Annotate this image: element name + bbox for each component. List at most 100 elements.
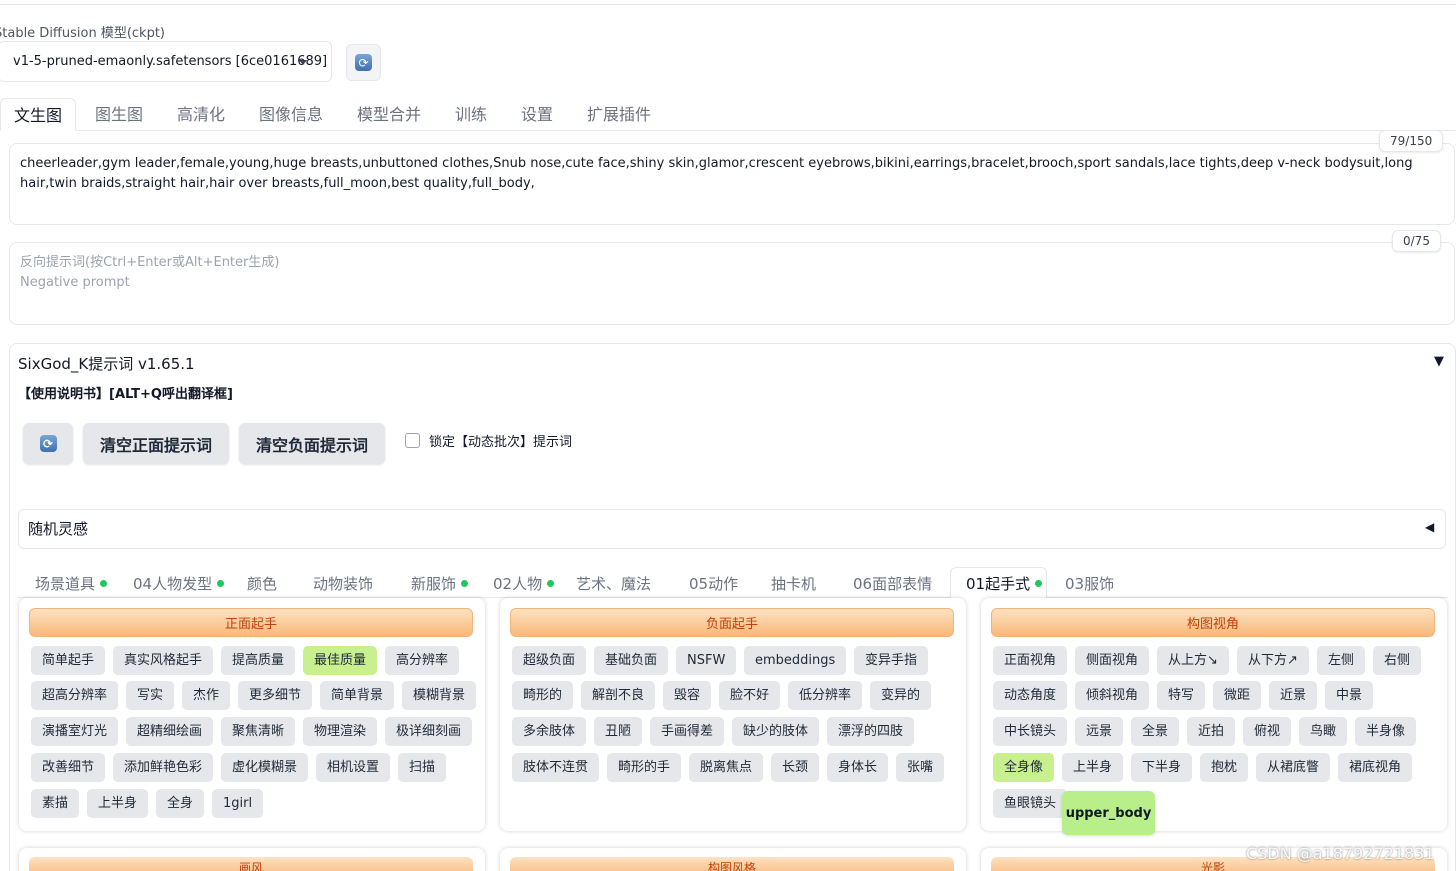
prompt-tag[interactable]: 鱼眼镜头 [993, 789, 1068, 818]
prompt-tag[interactable]: 最佳质量 [303, 646, 378, 675]
prompt-tag[interactable]: 模糊背景 [402, 681, 477, 710]
prompt-tag[interactable]: 超级负面 [512, 646, 587, 675]
prompt-tag[interactable]: 低分辨率 [788, 681, 863, 710]
category-tab[interactable]: 01起手式 [966, 573, 1043, 594]
refresh-models-button[interactable]: ⟳ [346, 44, 381, 81]
prompt-tag[interactable]: 侧面视角 [1075, 646, 1150, 675]
prompt-tag[interactable]: 杰作 [182, 681, 231, 710]
expand-toggle-icon[interactable]: ◀ [1425, 520, 1434, 534]
prompt-tag[interactable]: 鸟瞰 [1299, 717, 1348, 746]
prompt-tag[interactable]: 丑陋 [594, 717, 643, 746]
tag-card-title[interactable]: 画风 [29, 857, 473, 871]
model-dropdown[interactable]: v1-5-pruned-emaonly.safetensors [6ce0161… [0, 41, 332, 82]
prompt-tag[interactable]: embeddings [744, 646, 847, 675]
prompt-tag[interactable]: 脸不好 [719, 681, 781, 710]
prompt-tag[interactable]: 毁容 [663, 681, 712, 710]
prompt-tag[interactable]: 极详细刻画 [385, 717, 473, 746]
prompt-tag[interactable]: 添加鲜艳色彩 [113, 753, 214, 782]
prompt-tag[interactable]: 裙底视角 [1338, 753, 1413, 782]
prompt-tag[interactable]: 物理渲染 [303, 717, 378, 746]
refresh-prompts-button[interactable]: ⟳ [23, 423, 73, 464]
category-tab[interactable]: 新服饰 [411, 573, 469, 594]
prompt-tag[interactable]: 中长镜头 [993, 717, 1068, 746]
prompt-tag[interactable]: 全景 [1131, 717, 1180, 746]
prompt-tag[interactable]: 简单背景 [320, 681, 395, 710]
prompt-tag[interactable]: 正面视角 [993, 646, 1068, 675]
prompt-tag[interactable]: 虚化模糊景 [221, 753, 309, 782]
collapse-toggle-icon[interactable]: ▼ [1434, 354, 1444, 369]
category-tab[interactable]: 颜色 [247, 573, 277, 594]
prompt-tag[interactable]: 畸形的 [512, 681, 574, 710]
category-tab[interactable]: 02人物 [493, 573, 555, 594]
tag-card-title[interactable]: 负面起手 [510, 608, 954, 637]
prompt-tag[interactable]: 上半身 [1062, 753, 1124, 782]
prompt-tag[interactable]: 素描 [31, 789, 80, 818]
prompt-tag[interactable]: 近拍 [1187, 717, 1236, 746]
negative-prompt-textarea[interactable]: 反向提示词(按Ctrl+Enter或Alt+Enter生成) Negative … [9, 242, 1455, 325]
prompt-tag[interactable]: 提高质量 [221, 646, 296, 675]
prompt-tag[interactable]: 半身像 [1355, 717, 1417, 746]
prompt-tag[interactable]: 全身 [156, 789, 205, 818]
prompt-tag[interactable]: 俯视 [1243, 717, 1292, 746]
prompt-tag[interactable]: 1girl [212, 789, 264, 818]
tab-extensions[interactable]: 扩展插件 [587, 98, 651, 131]
prompt-tag[interactable]: 真实风格起手 [113, 646, 214, 675]
category-tab[interactable]: 04人物发型 [133, 573, 225, 594]
prompt-tag[interactable]: 手画得差 [650, 717, 725, 746]
clear-positive-button[interactable]: 清空正面提示词 [83, 423, 229, 464]
prompt-tag[interactable]: 左侧 [1317, 646, 1366, 675]
prompt-tag[interactable]: 肢体不连贯 [512, 753, 600, 782]
prompt-tag[interactable]: 长颈 [771, 753, 820, 782]
prompt-tag[interactable]: 改善细节 [31, 753, 106, 782]
prompt-tag[interactable]: 超精细绘画 [126, 717, 214, 746]
prompt-tag[interactable]: 超高分辨率 [31, 681, 119, 710]
prompt-tag[interactable]: 张嘴 [896, 753, 945, 782]
category-tab[interactable]: 艺术、魔法 [576, 573, 651, 594]
prompt-tag[interactable]: 从上方↘ [1157, 646, 1229, 675]
tab-settings[interactable]: 设置 [521, 98, 553, 131]
prompt-tag[interactable]: 脱离焦点 [689, 753, 764, 782]
prompt-tag[interactable]: 聚焦清晰 [221, 717, 296, 746]
tab-train[interactable]: 训练 [455, 98, 487, 131]
prompt-tag[interactable]: 动态角度 [993, 681, 1068, 710]
category-tab[interactable]: 场景道具 [35, 573, 108, 594]
prompt-tag[interactable]: 全身像 [993, 753, 1055, 782]
prompt-tag[interactable]: 变异的 [870, 681, 932, 710]
prompt-tag[interactable]: 更多细节 [238, 681, 313, 710]
manual-link[interactable]: 【使用说明书】[ALT+Q呼出翻译框] [18, 383, 233, 402]
tag-card-title[interactable]: 构图风格 [510, 857, 954, 871]
prompt-tag[interactable]: 倾斜视角 [1075, 681, 1150, 710]
prompt-tag[interactable]: 缺少的肢体 [732, 717, 820, 746]
tab-txt2img[interactable]: 文生图 [0, 98, 77, 131]
prompt-tag[interactable]: 远景 [1075, 717, 1124, 746]
prompt-tag[interactable]: 抱枕 [1200, 753, 1249, 782]
prompt-tag[interactable]: 中景 [1325, 681, 1374, 710]
prompt-tag[interactable]: 畸形的手 [607, 753, 682, 782]
prompt-tag[interactable]: 简单起手 [31, 646, 106, 675]
category-tab[interactable]: 动物装饰 [313, 573, 373, 594]
prompt-tag[interactable]: 从下方↗ [1237, 646, 1309, 675]
category-tab[interactable]: 05动作 [689, 573, 738, 594]
prompt-tag[interactable]: 基础负面 [594, 646, 669, 675]
prompt-tag[interactable]: 扫描 [398, 753, 447, 782]
prompt-tag[interactable]: NSFW [676, 646, 737, 675]
prompt-tag[interactable]: 漂浮的四肢 [827, 717, 915, 746]
prompt-tag[interactable]: 高分辨率 [385, 646, 460, 675]
prompt-tag[interactable]: 解剖不良 [581, 681, 656, 710]
prompt-tag[interactable]: 多余肢体 [512, 717, 587, 746]
prompt-tag[interactable]: 下半身 [1131, 753, 1193, 782]
prompt-tag[interactable]: 变异手指 [854, 646, 929, 675]
prompt-tag[interactable]: 写实 [126, 681, 175, 710]
clear-negative-button[interactable]: 清空负面提示词 [239, 423, 385, 464]
tab-png-info[interactable]: 图像信息 [259, 98, 323, 131]
prompt-textarea[interactable]: cheerleader,gym leader,female,young,huge… [9, 143, 1455, 225]
category-tab[interactable]: 抽卡机 [771, 573, 816, 594]
category-tab[interactable]: 03服饰 [1065, 573, 1114, 594]
tab-extras[interactable]: 高清化 [177, 98, 225, 131]
prompt-tag[interactable]: 右侧 [1373, 646, 1422, 675]
category-tab[interactable]: 06面部表情 [853, 573, 932, 594]
tab-img2img[interactable]: 图生图 [95, 98, 143, 131]
prompt-tag[interactable]: 演播室灯光 [31, 717, 119, 746]
random-inspiration-bar[interactable] [18, 509, 1446, 549]
prompt-tag[interactable]: 相机设置 [316, 753, 391, 782]
